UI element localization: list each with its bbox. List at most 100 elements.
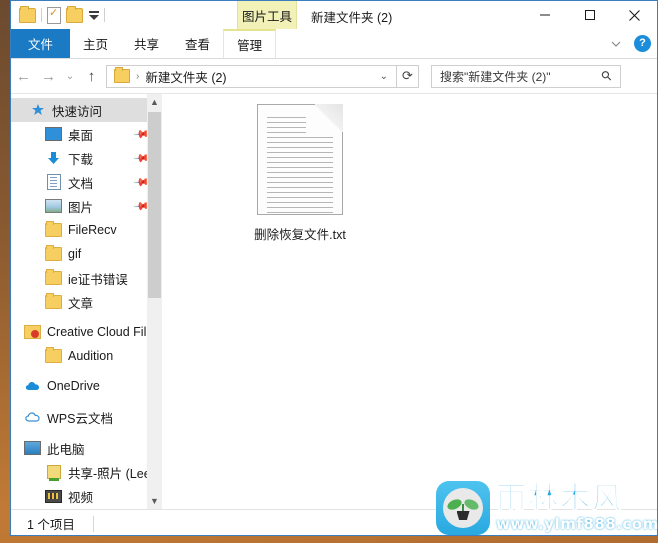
new-folder-icon[interactable] bbox=[66, 5, 83, 23]
sidebar-item-label: WPS云文档 bbox=[47, 411, 113, 426]
sidebar-item-wps-cloud[interactable]: WPS云文档 bbox=[11, 405, 162, 429]
tab-view[interactable]: 查看 bbox=[172, 29, 223, 58]
sidebar-item-quick-access[interactable]: 快速访问 bbox=[11, 98, 162, 122]
watermark-title: 雨林木风 bbox=[496, 481, 624, 516]
search-input[interactable]: 搜索"新建文件夹 (2)" bbox=[432, 68, 602, 85]
shared-folder-icon bbox=[45, 464, 62, 481]
file-name-label: 删除恢复文件.txt bbox=[254, 228, 346, 242]
sidebar-item-creative-cloud-files[interactable]: Creative Cloud Fil bbox=[11, 320, 162, 344]
sidebar-item-label: 文章 bbox=[68, 296, 94, 311]
back-button[interactable]: ← bbox=[11, 63, 36, 89]
pot-icon bbox=[456, 511, 470, 520]
navigation-scrollbar[interactable]: ▲ ▼ bbox=[147, 94, 162, 509]
folder-icon bbox=[45, 347, 62, 364]
window-title: 新建文件夹 (2) bbox=[311, 11, 393, 25]
sidebar-item-label: OneDrive bbox=[47, 379, 100, 393]
sidebar-item-label: ie证书错误 bbox=[68, 272, 128, 287]
sidebar-item-label: 文档 bbox=[68, 176, 94, 191]
sidebar-item-onedrive[interactable]: OneDrive bbox=[11, 374, 162, 398]
tab-share[interactable]: 共享 bbox=[121, 29, 172, 58]
watermark-text: 雨林木风 www.ylmf888.com bbox=[496, 481, 658, 533]
sidebar-item-pictures[interactable]: 图片 📌 bbox=[11, 194, 162, 218]
tab-home[interactable]: 主页 bbox=[70, 29, 121, 58]
list-item[interactable]: 删除恢复文件.txt bbox=[240, 104, 360, 243]
wps-cloud-icon bbox=[24, 409, 41, 425]
sidebar-item-ie-cert-error[interactable]: ie证书错误 bbox=[11, 266, 162, 290]
sidebar-item-label: 下载 bbox=[68, 152, 94, 167]
tab-manage[interactable]: 管理 bbox=[223, 29, 277, 58]
scroll-down-arrow-icon[interactable]: ▼ bbox=[147, 493, 162, 509]
download-icon bbox=[45, 150, 62, 166]
sidebar-item-label: 视频 bbox=[68, 490, 94, 505]
breadcrumb-current-folder: 新建文件夹 (2) bbox=[145, 70, 227, 85]
toolbar-divider bbox=[41, 8, 42, 22]
up-button[interactable]: ↑ bbox=[79, 63, 104, 89]
status-divider bbox=[92, 515, 94, 532]
tab-file[interactable]: 文件 bbox=[11, 29, 71, 58]
sidebar-item-documents[interactable]: 文档 📌 bbox=[11, 170, 162, 194]
sidebar-item-gif[interactable]: gif bbox=[11, 242, 162, 266]
refresh-button[interactable]: ⟳ bbox=[397, 64, 419, 88]
folder-icon bbox=[45, 221, 62, 238]
chevron-down-icon[interactable] bbox=[610, 38, 622, 50]
watermark-url: www.ylmf888.com bbox=[496, 515, 658, 533]
explorer-body: 快速访问 桌面 📌 下载 📌 文档 📌 图片 📌 FileRecv gif ie… bbox=[11, 94, 657, 509]
quick-access-toolbar bbox=[19, 5, 105, 25]
sidebar-item-label: 图片 bbox=[68, 200, 94, 215]
video-icon bbox=[45, 488, 62, 504]
chevron-down-icon[interactable]: ⌄ bbox=[380, 71, 388, 82]
minimize-button[interactable] bbox=[522, 1, 567, 29]
folder-icon[interactable] bbox=[19, 5, 36, 23]
navigation-list: 快速访问 桌面 📌 下载 📌 文档 📌 图片 📌 FileRecv gif ie… bbox=[11, 94, 162, 508]
sprout-badge-icon bbox=[436, 481, 490, 535]
contextual-tab-header: 图片工具 bbox=[237, 1, 297, 29]
sidebar-item-label: gif bbox=[68, 247, 82, 261]
document-icon-lines bbox=[267, 117, 333, 217]
search-box[interactable]: 搜索"新建文件夹 (2)" ⚲ bbox=[431, 64, 621, 88]
watermark-logo: 雨林木风 www.ylmf888.com bbox=[436, 479, 658, 537]
onedrive-icon bbox=[24, 378, 41, 394]
properties-icon[interactable] bbox=[47, 6, 61, 24]
scroll-up-arrow-icon[interactable]: ▲ bbox=[147, 94, 162, 110]
close-button[interactable] bbox=[612, 1, 657, 29]
sidebar-item-label: Audition bbox=[68, 349, 114, 363]
this-pc-icon bbox=[24, 440, 41, 456]
navigation-pane: 快速访问 桌面 📌 下载 📌 文档 📌 图片 📌 FileRecv gif ie… bbox=[11, 94, 162, 509]
sidebar-item-articles[interactable]: 文章 bbox=[11, 290, 162, 314]
document-icon bbox=[45, 174, 62, 190]
sidebar-item-desktop[interactable]: 桌面 📌 bbox=[11, 122, 162, 146]
address-bar: ← → ⌄ ↑ › 新建文件夹 (2) ⌄ ⟳ 搜索"新建文件夹 (2)" ⚲ bbox=[11, 59, 657, 94]
customize-dropdown-icon[interactable] bbox=[88, 10, 99, 20]
sidebar-item-label: 快速访问 bbox=[52, 104, 103, 119]
recent-locations-button[interactable]: ⌄ bbox=[61, 63, 79, 89]
title-bar: 图片工具 新建文件夹 (2) bbox=[11, 1, 657, 29]
folder-icon bbox=[45, 269, 62, 286]
maximize-button[interactable] bbox=[567, 1, 612, 29]
stem-icon bbox=[462, 504, 464, 512]
sidebar-item-label: 此电脑 bbox=[47, 442, 85, 457]
folder-icon bbox=[45, 245, 62, 262]
sidebar-item-label: FileRecv bbox=[68, 223, 117, 237]
sidebar-item-videos[interactable]: 视频 bbox=[11, 484, 162, 508]
folder-icon bbox=[45, 293, 62, 310]
window-controls bbox=[522, 1, 657, 29]
forward-button[interactable]: → bbox=[36, 63, 61, 89]
ribbon-right-controls: ? bbox=[610, 29, 651, 58]
file-explorer-window: 图片工具 新建文件夹 (2) 文件 主页 共享 查看 管理 ? bbox=[10, 0, 658, 536]
sidebar-item-shared-photos[interactable]: 共享-照片 (Lee77 bbox=[11, 460, 162, 484]
sidebar-item-downloads[interactable]: 下载 📌 bbox=[11, 146, 162, 170]
sidebar-item-this-pc[interactable]: 此电脑 bbox=[11, 436, 162, 460]
pin-star-icon bbox=[29, 102, 46, 118]
toolbar-divider-2 bbox=[104, 8, 105, 22]
help-icon[interactable]: ? bbox=[634, 35, 651, 52]
file-list-view[interactable]: 删除恢复文件.txt bbox=[162, 94, 657, 509]
sidebar-item-label: 桌面 bbox=[68, 128, 94, 143]
sidebar-item-label: Creative Cloud Fil bbox=[47, 325, 147, 339]
leaf-right-icon bbox=[462, 497, 481, 512]
scrollbar-thumb[interactable] bbox=[148, 112, 161, 298]
sidebar-item-filerecv[interactable]: FileRecv bbox=[11, 218, 162, 242]
sidebar-item-audition[interactable]: Audition bbox=[11, 344, 162, 368]
breadcrumb-separator: › bbox=[136, 70, 140, 82]
breadcrumb[interactable]: › 新建文件夹 (2) ⌄ bbox=[106, 64, 397, 88]
pictures-icon bbox=[45, 198, 62, 214]
